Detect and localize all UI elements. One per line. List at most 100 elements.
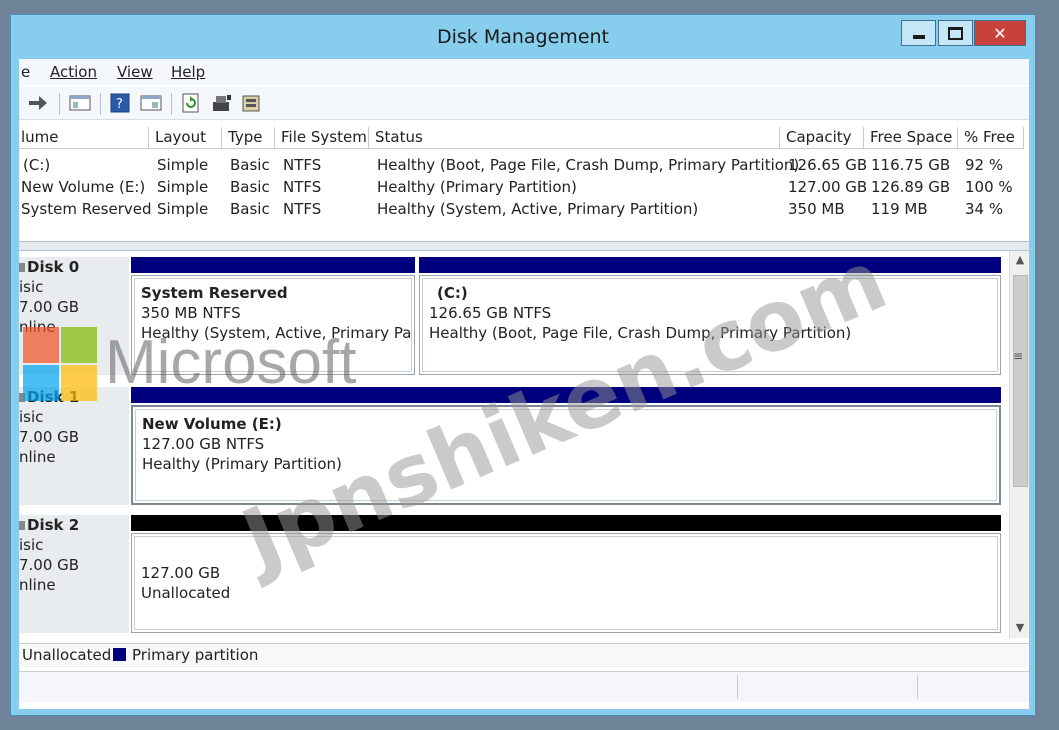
cell-type: Basic [230, 200, 270, 218]
menu-action-label: Action [50, 63, 97, 81]
scroll-thumb[interactable] [1013, 275, 1028, 487]
rescan-icon[interactable] [211, 93, 231, 113]
maximize-button[interactable] [938, 20, 973, 46]
partition-title: New Volume (E:) [142, 415, 282, 433]
cell-capacity: 350 MB [788, 200, 845, 218]
partition-title: System Reserved [141, 284, 288, 302]
cell-capacity: 126.65 GB [788, 156, 868, 174]
cell-file-system: NTFS [283, 200, 322, 218]
disk-1-label[interactable]: Disk 1 isic 7.00 GB nline [19, 387, 129, 505]
help-icon[interactable]: ? [110, 93, 130, 113]
cell-layout: Simple [157, 156, 209, 174]
disk-icon [19, 263, 25, 272]
legend-primary-label: Primary partition [132, 646, 259, 664]
partition-stripe [131, 387, 1001, 403]
menu-help-label: Help [171, 63, 206, 81]
column-header-capacity[interactable]: Capacity [780, 127, 864, 149]
menu-view[interactable]: View [117, 63, 153, 81]
legend-unallocated-label: Unallocated [22, 646, 112, 664]
cell-capacity: 127.00 GB [788, 178, 868, 196]
partition-status: Healthy (Boot, Page File, Crash Dump, Pr… [429, 324, 852, 342]
scroll-down-icon[interactable]: ▼ [1010, 619, 1029, 637]
table-row[interactable]: System Reserved Simple Basic NTFS Health… [19, 200, 1029, 222]
disk-0-partitions: System Reserved 350 MB NTFS Healthy (Sys… [131, 257, 1001, 375]
column-header-volume[interactable]: lume [19, 127, 149, 149]
disk-management-window: Disk Management ✕ e Action View Help ? l… [10, 14, 1036, 716]
table-row[interactable]: (C:) Simple Basic NTFS Healthy (Boot, Pa… [19, 156, 1029, 178]
maximize-icon [948, 26, 963, 40]
scroll-up-icon[interactable]: ▲ [1010, 251, 1029, 269]
cell-free-space: 126.89 GB [871, 178, 951, 196]
table-row[interactable]: New Volume (E:) Simple Basic NTFS Health… [19, 178, 1029, 200]
cell-layout: Simple [157, 200, 209, 218]
close-icon: ✕ [993, 23, 1007, 43]
minimize-button[interactable] [901, 20, 936, 46]
column-header-percent-free[interactable]: % Free [958, 127, 1024, 149]
disk-size: 7.00 GB [19, 298, 80, 316]
disk-1-partitions: New Volume (E:) 127.00 GB NTFS Healthy (… [131, 387, 1001, 505]
menu-file[interactable]: e [21, 63, 30, 81]
menu-bar: e Action View Help [19, 59, 1029, 85]
disk-2-label[interactable]: Disk 2 isic 7.00 GB nline [19, 515, 129, 633]
cell-type: Basic [230, 156, 270, 174]
cell-status: Healthy (System, Active, Primary Partiti… [377, 200, 699, 218]
cell-type: Basic [230, 178, 270, 196]
pane-splitter[interactable] [19, 241, 1029, 251]
close-button[interactable]: ✕ [974, 20, 1026, 46]
partition-c[interactable]: (C:) 126.65 GB NTFS Healthy (Boot, Page … [419, 275, 1001, 375]
forward-arrow-icon[interactable] [27, 93, 47, 113]
partition-stripe [419, 257, 1001, 273]
cell-percent-free: 34 % [965, 200, 1004, 218]
disk-size: 7.00 GB [19, 556, 80, 574]
disk-type: isic [19, 536, 44, 554]
partition-stripe [131, 515, 1001, 531]
column-header-file-system[interactable]: File System [275, 127, 369, 149]
partition-size: 350 MB NTFS [141, 304, 241, 322]
column-header-status[interactable]: Status [369, 127, 780, 149]
cell-file-system: NTFS [283, 156, 322, 174]
volume-list-header: lume Layout Type File System Status Capa… [19, 127, 1029, 149]
disk-type: isic [19, 278, 44, 296]
partition-stripe [131, 257, 415, 273]
legend-bar: Unallocated Primary partition [19, 643, 1029, 668]
cell-volume: (C:) [23, 156, 51, 174]
toolbar-separator [171, 93, 172, 115]
partition-system-reserved[interactable]: System Reserved 350 MB NTFS Healthy (Sys… [131, 275, 415, 375]
legend-unallocated: Unallocated [22, 644, 111, 666]
column-header-type[interactable]: Type [222, 127, 275, 149]
status-pane [737, 675, 738, 699]
partition-status: Unallocated [141, 584, 231, 602]
svg-text:?: ? [116, 97, 123, 112]
properties-icon[interactable] [69, 93, 91, 113]
disk-status: nline [19, 318, 56, 336]
partition-size: 127.00 GB [141, 564, 221, 582]
settings-icon[interactable] [241, 93, 261, 113]
disk-icon [19, 393, 25, 402]
menu-help[interactable]: Help [171, 63, 205, 81]
column-header-layout[interactable]: Layout [149, 127, 222, 149]
partition-size: 126.65 GB NTFS [429, 304, 552, 322]
legend-swatch [113, 648, 126, 661]
vertical-scrollbar[interactable]: ▲ ≡ ▼ [1009, 251, 1029, 638]
disk-0-label[interactable]: Disk 0 isic 7.00 GB nline [19, 257, 129, 375]
console-icon[interactable] [140, 93, 162, 113]
status-pane [917, 675, 918, 699]
partition-unallocated[interactable]: 127.00 GB Unallocated [131, 533, 1001, 633]
partition-e[interactable]: New Volume (E:) 127.00 GB NTFS Healthy (… [131, 405, 1001, 505]
cell-layout: Simple [157, 178, 209, 196]
title-bar[interactable]: Disk Management ✕ [11, 15, 1035, 59]
menu-action[interactable]: Action [50, 63, 97, 81]
column-header-free-space[interactable]: Free Space [864, 127, 958, 149]
toolbar-separator [100, 93, 101, 115]
scroll-grip-icon: ≡ [1013, 349, 1024, 363]
toolbar-separator [59, 93, 60, 115]
menu-view-label: View [117, 63, 153, 81]
client-area: e Action View Help ? lume Layout Type Fi… [19, 59, 1029, 709]
cell-percent-free: 92 % [965, 156, 1004, 174]
partition-status: Healthy (Primary Partition) [142, 455, 342, 473]
disk-type: isic [19, 408, 44, 426]
status-bar [19, 671, 1029, 702]
partition-title: (C:) [437, 284, 468, 302]
cell-status: Healthy (Boot, Page File, Crash Dump, Pr… [377, 156, 800, 174]
refresh-icon[interactable] [181, 93, 201, 113]
